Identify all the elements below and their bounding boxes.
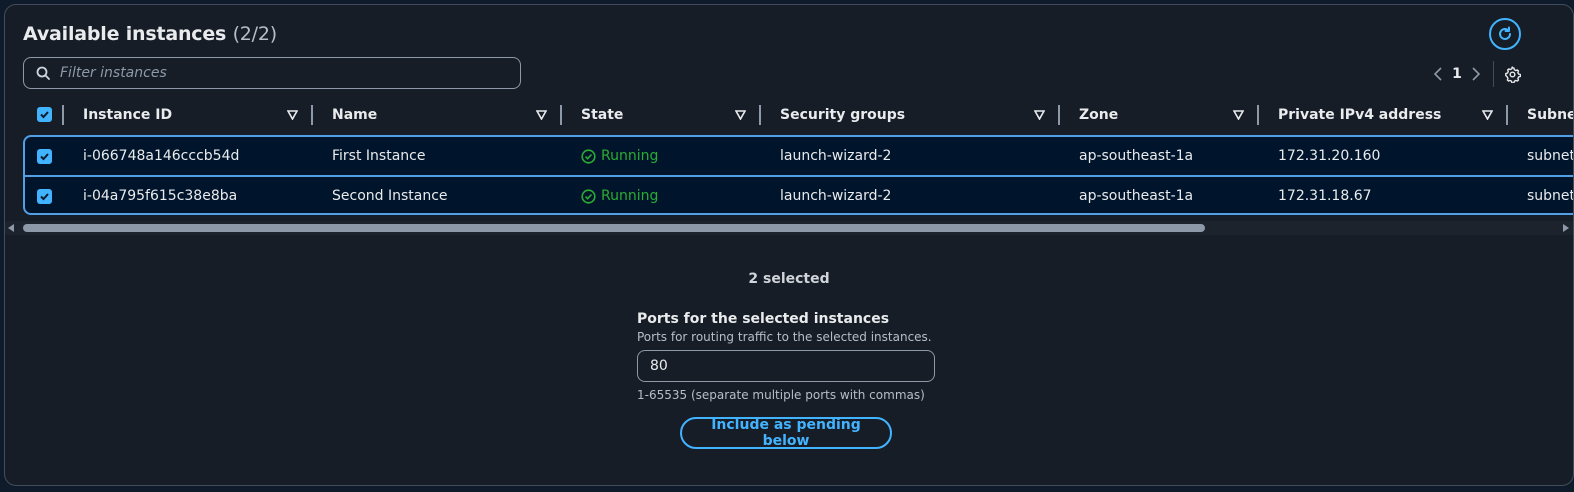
- horizontal-scrollbar[interactable]: [5, 221, 1573, 235]
- sort-down-icon[interactable]: [287, 110, 298, 120]
- sort-down-icon[interactable]: [1482, 110, 1493, 120]
- search-icon: [36, 66, 50, 80]
- selection-summary: 2 selected: [748, 271, 830, 287]
- instance-id-cell: i-04a795f615c38e8ba: [83, 188, 238, 204]
- refresh-button[interactable]: [1489, 18, 1521, 50]
- column-header-name[interactable]: Name: [332, 103, 377, 127]
- pagination: 1: [1433, 61, 1521, 87]
- checkmark-icon: [40, 152, 49, 160]
- instances-panel: Available instances (2/2) 1: [4, 4, 1574, 486]
- settings-gear-icon[interactable]: [1504, 65, 1521, 83]
- zone-cell: ap-southeast-1a: [1079, 188, 1194, 204]
- status-success-icon: [581, 188, 596, 204]
- column-header-state[interactable]: State: [581, 103, 623, 127]
- ports-label: Ports for the selected instances: [637, 311, 890, 327]
- column-divider[interactable]: [311, 105, 313, 125]
- current-page[interactable]: 1: [1443, 66, 1471, 82]
- column-divider[interactable]: [759, 105, 761, 125]
- column-header-security-groups[interactable]: Security groups: [780, 103, 905, 127]
- scroll-left-icon[interactable]: [8, 224, 14, 232]
- column-header-private-ipv4[interactable]: Private IPv4 address: [1278, 103, 1441, 127]
- column-header-instance-id[interactable]: Instance ID: [83, 103, 172, 127]
- checkmark-icon: [40, 192, 49, 200]
- ports-description: Ports for routing traffic to the selecte…: [637, 330, 932, 344]
- subnet-cell: subnet: [1527, 188, 1574, 204]
- security-group-cell: launch-wizard-2: [780, 148, 892, 164]
- select-all-checkbox[interactable]: [37, 107, 52, 122]
- column-header-subnet[interactable]: Subnet: [1527, 103, 1573, 127]
- status-success-icon: [581, 148, 596, 164]
- table-row[interactable]: i-04a795f615c38e8ba Second Instance Runn…: [25, 175, 1574, 215]
- zone-cell: ap-southeast-1a: [1079, 148, 1194, 164]
- instance-id-cell: i-066748a146cccb54d: [83, 148, 240, 164]
- scrollbar-thumb[interactable]: [23, 224, 1205, 232]
- ports-form: Ports for the selected instances Ports f…: [637, 311, 957, 402]
- column-divider[interactable]: [1257, 105, 1259, 125]
- ip-cell: 172.31.20.160: [1278, 148, 1381, 164]
- instances-table-body: i-066748a146cccb54d First Instance Runni…: [23, 135, 1574, 215]
- sort-down-icon[interactable]: [536, 110, 547, 120]
- security-group-cell: launch-wizard-2: [780, 188, 892, 204]
- state-text: Running: [601, 188, 659, 204]
- prev-page-icon[interactable]: [1433, 67, 1443, 81]
- ip-cell: 172.31.18.67: [1278, 188, 1372, 204]
- pager-divider: [1493, 61, 1494, 87]
- ports-input[interactable]: [637, 350, 935, 382]
- filter-instances-input[interactable]: [58, 64, 502, 82]
- state-cell: Running: [581, 177, 658, 215]
- ports-hint: 1-65535 (separate multiple ports with co…: [637, 388, 925, 402]
- instance-count: (2/2): [232, 23, 278, 45]
- state-cell: Running: [581, 137, 658, 175]
- filter-box[interactable]: [23, 57, 521, 89]
- include-as-pending-button[interactable]: Include as pending below: [680, 417, 892, 449]
- panel-title-text: Available instances: [23, 23, 227, 45]
- table-header: Instance ID Name State Security groups Z…: [23, 103, 1573, 127]
- column-divider[interactable]: [1506, 105, 1508, 125]
- row-checkbox[interactable]: [37, 148, 52, 164]
- checkmark-icon: [40, 111, 49, 119]
- subnet-cell: subnet: [1527, 148, 1574, 164]
- name-cell: First Instance: [332, 148, 426, 164]
- sort-down-icon[interactable]: [735, 110, 746, 120]
- scroll-right-icon[interactable]: [1563, 224, 1569, 232]
- sort-down-icon[interactable]: [1233, 110, 1244, 120]
- column-header-zone[interactable]: Zone: [1079, 103, 1118, 127]
- column-divider: [62, 105, 64, 125]
- state-text: Running: [601, 148, 659, 164]
- refresh-icon: [1499, 26, 1511, 40]
- row-checkbox[interactable]: [37, 188, 52, 204]
- table-row[interactable]: i-066748a146cccb54d First Instance Runni…: [25, 137, 1574, 175]
- sort-down-icon[interactable]: [1034, 110, 1045, 120]
- name-cell: Second Instance: [332, 188, 448, 204]
- column-divider[interactable]: [560, 105, 562, 125]
- column-divider[interactable]: [1058, 105, 1060, 125]
- panel-title: Available instances (2/2): [23, 23, 277, 45]
- next-page-icon[interactable]: [1471, 67, 1481, 81]
